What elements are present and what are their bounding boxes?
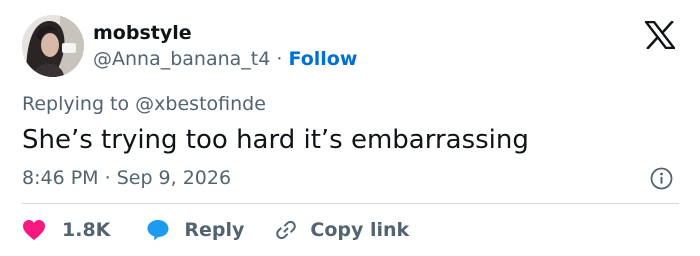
reply-mention-link[interactable]: @xbestofinde (135, 93, 266, 115)
like-count: 1.8K (62, 219, 111, 241)
copy-link-button[interactable]: Copy link (274, 218, 409, 242)
reply-context-prefix: Replying to (22, 93, 130, 115)
timestamp-separator: · (104, 167, 111, 189)
author-display-name[interactable]: mobstyle (93, 21, 192, 45)
author-handle-row: @Anna_banana_t4 · Follow (93, 47, 357, 71)
avatar[interactable] (22, 15, 84, 77)
x-logo-icon[interactable] (643, 20, 677, 50)
heart-icon (22, 219, 46, 241)
speech-bubble-icon (146, 218, 170, 242)
tweet-text: She’s trying too hard it’s embarrassing (22, 125, 529, 155)
tweet-time: 8:46 PM (22, 167, 99, 189)
tweet-timestamp[interactable]: 8:46 PM · Sep 9, 2026 (22, 166, 231, 190)
like-button[interactable]: 1.8K (22, 219, 110, 241)
reply-button[interactable]: Reply (146, 218, 244, 242)
tweet-date: Sep 9, 2026 (116, 167, 232, 189)
follow-button[interactable]: Follow (288, 48, 357, 70)
handle-separator: · (276, 48, 283, 70)
divider (22, 203, 679, 204)
copy-link-label: Copy link (310, 219, 410, 241)
info-icon[interactable] (650, 167, 673, 190)
link-icon (274, 218, 298, 242)
reply-label: Reply (184, 219, 245, 241)
reply-context: Replying to @xbestofinde (22, 92, 266, 116)
tweet-card: mobstyle @Anna_banana_t4 · Follow Replyi… (0, 0, 700, 256)
action-bar: 1.8K Reply Copy link (22, 214, 409, 246)
avatar-image (22, 15, 84, 77)
author-handle[interactable]: @Anna_banana_t4 (93, 48, 270, 70)
